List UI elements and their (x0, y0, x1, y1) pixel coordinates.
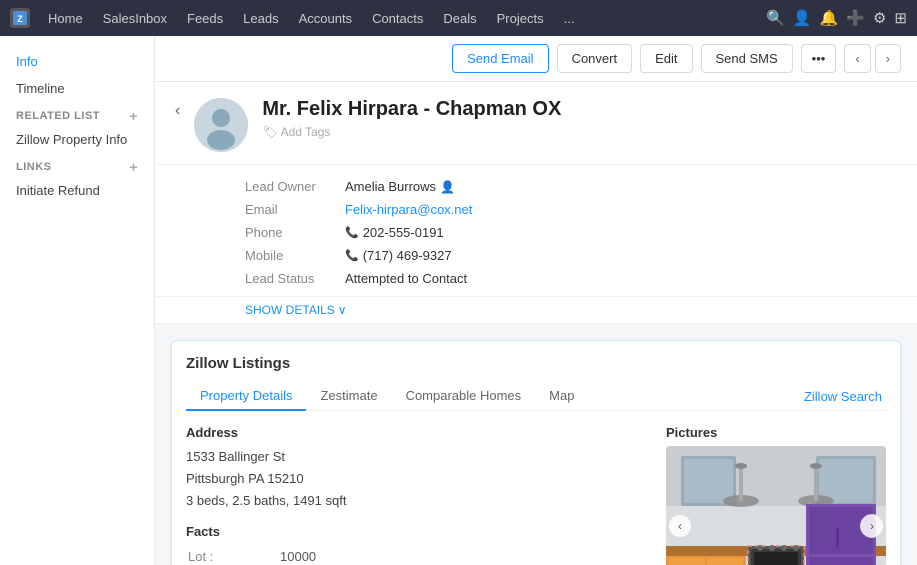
phone-label: Phone (245, 225, 345, 240)
show-details-button[interactable]: SHOW DETAILS ∨ (155, 297, 917, 324)
phone-icon: 📞 (345, 226, 359, 239)
next-arrow[interactable]: › (875, 44, 901, 73)
facts-table: Lot : 10000 Type : SingleFamily Year Bui… (186, 545, 646, 565)
bell-icon[interactable]: 🔔 (820, 9, 839, 27)
phone-value: 📞 202-555-0191 (345, 225, 444, 240)
email-value[interactable]: Felix-hirpara@cox.net (345, 202, 472, 217)
phone-row: Phone 📞 202-555-0191 (245, 221, 897, 244)
lot-label: Lot : (188, 547, 278, 565)
carousel-next[interactable]: › (860, 514, 884, 538)
search-icon[interactable]: 🔍 (766, 9, 785, 27)
email-label: Email (245, 202, 345, 217)
zillow-left: Address 1533 Ballinger St Pittsburgh PA … (186, 425, 646, 565)
profile-name: Mr. Felix Hirpara - Chapman OX (262, 98, 561, 121)
action-bar: Send Email Convert Edit Send SMS ••• ‹ › (155, 36, 917, 82)
sidebar-item-zillow[interactable]: Zillow Property Info (0, 126, 154, 153)
tag-icon: 🏷 (262, 125, 277, 139)
user-icon[interactable]: 👤 (793, 9, 812, 27)
chevron-down-icon: ∨ (338, 303, 347, 317)
edit-button[interactable]: Edit (640, 44, 692, 73)
mobile-value: 📞 (717) 469-9327 (345, 248, 452, 263)
sidebar-related-list-heading: RELATED LIST + (0, 102, 154, 126)
facts-heading: Facts (186, 524, 646, 539)
zillow-search-link[interactable]: Zillow Search (804, 389, 886, 404)
zillow-right: Pictures ‹ (666, 425, 886, 565)
sidebar-item-timeline[interactable]: Timeline (0, 75, 154, 102)
page-layout: Info Timeline RELATED LIST + Zillow Prop… (0, 36, 917, 565)
card-container: Zillow Listings Property Details Zestima… (155, 324, 917, 565)
address-heading: Address (186, 425, 646, 440)
topnav-icons: 🔍 👤 🔔 ➕ ⚙ ⊞ (766, 9, 907, 27)
zillow-title: Zillow Listings (186, 355, 886, 372)
avatar (194, 98, 248, 152)
more-actions-button[interactable]: ••• (801, 44, 837, 73)
mobile-row: Mobile 📞 (717) 469-9327 (245, 244, 897, 267)
lead-owner-label: Lead Owner (245, 179, 345, 194)
zillow-body: Address 1533 Ballinger St Pittsburgh PA … (186, 425, 886, 565)
links-add[interactable]: + (129, 159, 138, 175)
nav-leads[interactable]: Leads (235, 7, 286, 30)
grid-icon[interactable]: ⊞ (894, 9, 907, 27)
back-button[interactable]: ‹ (175, 102, 180, 120)
kitchen-image: ‹ (666, 446, 886, 565)
convert-button[interactable]: Convert (557, 44, 633, 73)
tab-comparable-homes[interactable]: Comparable Homes (392, 382, 536, 411)
mobile-icon: 📞 (345, 249, 359, 262)
sidebar-item-info[interactable]: Info (0, 48, 154, 75)
tab-zestimate[interactable]: Zestimate (306, 382, 391, 411)
zillow-card: Zillow Listings Property Details Zestima… (171, 340, 901, 565)
avatar-image (194, 98, 248, 152)
nav-deals[interactable]: Deals (435, 7, 484, 30)
top-navigation: Z Home SalesInbox Feeds Leads Accounts C… (0, 0, 917, 36)
carousel-prev[interactable]: ‹ (668, 514, 692, 538)
lead-owner-row: Lead Owner Amelia Burrows 👤 (245, 175, 897, 198)
profile-area: ‹ Mr. Felix Hirpara - Chapman OX 🏷 Add T… (155, 82, 917, 165)
kitchen-svg (666, 446, 886, 565)
owner-icon: 👤 (440, 180, 455, 194)
mobile-label: Mobile (245, 248, 345, 263)
nav-salesinbox[interactable]: SalesInbox (95, 7, 175, 30)
svg-text:Z: Z (17, 14, 23, 24)
lead-status-value: Attempted to Contact (345, 271, 467, 286)
email-row: Email Felix-hirpara@cox.net (245, 198, 897, 221)
settings-icon[interactable]: ⚙ (873, 9, 886, 27)
add-tags-button[interactable]: 🏷 Add Tags (262, 125, 561, 139)
navigation-arrows: ‹ › (844, 44, 901, 73)
zillow-tabs: Property Details Zestimate Comparable Ho… (186, 382, 886, 411)
lead-status-row: Lead Status Attempted to Contact (245, 267, 897, 290)
nav-feeds[interactable]: Feeds (179, 7, 231, 30)
nav-contacts[interactable]: Contacts (364, 7, 431, 30)
tab-property-details[interactable]: Property Details (186, 382, 306, 411)
nav-home[interactable]: Home (40, 7, 91, 30)
send-sms-button[interactable]: Send SMS (701, 44, 793, 73)
sidebar-links-heading: LINKS + (0, 153, 154, 177)
address-text: 1533 Ballinger St Pittsburgh PA 15210 3 … (186, 446, 646, 512)
tab-map[interactable]: Map (535, 382, 588, 411)
pictures-heading: Pictures (666, 425, 886, 440)
lot-row: Lot : 10000 (188, 547, 644, 565)
profile-info: Mr. Felix Hirpara - Chapman OX 🏷 Add Tag… (262, 98, 561, 139)
lead-status-label: Lead Status (245, 271, 345, 286)
related-list-add[interactable]: + (129, 108, 138, 124)
lot-value: 10000 (280, 547, 644, 565)
main-content: Send Email Convert Edit Send SMS ••• ‹ ›… (155, 36, 917, 565)
plus-icon[interactable]: ➕ (846, 9, 865, 27)
send-email-button[interactable]: Send Email (452, 44, 548, 73)
sidebar-item-initiate-refund[interactable]: Initiate Refund (0, 177, 154, 204)
fields-area: Lead Owner Amelia Burrows 👤 Email Felix-… (155, 165, 917, 297)
prev-arrow[interactable]: ‹ (844, 44, 870, 73)
nav-more[interactable]: ... (556, 7, 583, 30)
nav-projects[interactable]: Projects (489, 7, 552, 30)
sidebar: Info Timeline RELATED LIST + Zillow Prop… (0, 36, 155, 565)
nav-accounts[interactable]: Accounts (291, 7, 360, 30)
app-logo: Z (10, 8, 30, 28)
lead-owner-value: Amelia Burrows 👤 (345, 179, 455, 194)
